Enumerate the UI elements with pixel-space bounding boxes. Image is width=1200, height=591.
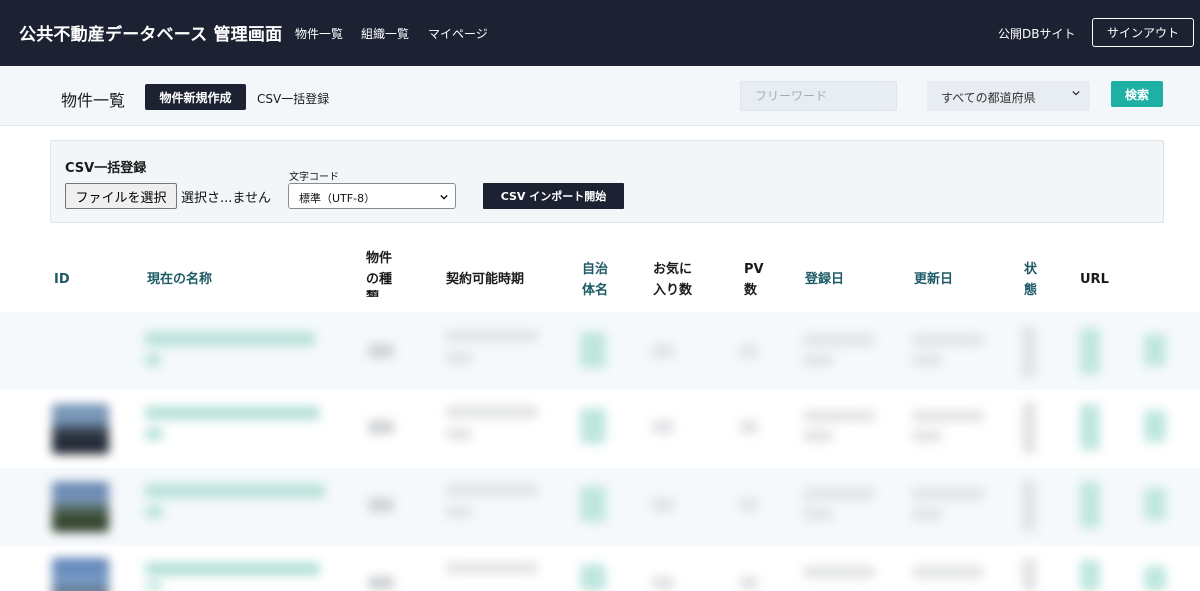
encoding-label: 文字コード [289,172,339,183]
col-header-created[interactable]: 登録日 [805,269,844,290]
col-header-status-line2: 態 [1024,283,1038,298]
blurred-row-content [0,468,1200,546]
public-db-site-link[interactable]: 公開DBサイト [998,25,1075,42]
encoding-select-value: 標準（UTF-8） [299,192,376,205]
freeword-search-input[interactable] [740,81,897,111]
col-header-municipality-line1: 自治 [582,262,609,277]
col-header-type: 物件 の種 類 [366,248,392,297]
create-property-button[interactable]: 物件新規作成 [145,84,246,110]
csv-bulk-register-link[interactable]: CSV一括登録 [257,90,329,107]
col-header-status-line1: 状 [1024,262,1038,277]
nav-properties[interactable]: 物件一覧 [295,25,343,42]
page-title: 物件一覧 [61,91,126,110]
table-row[interactable] [0,312,1200,390]
col-header-municipality[interactable]: 自治 体名 [582,259,608,301]
col-header-url: URL [1080,272,1109,287]
prefecture-select-value: すべての都道府県 [941,91,1036,105]
encoding-select[interactable]: 標準（UTF-8） [288,183,456,209]
blurred-row-content [0,312,1200,390]
chevron-down-icon [1072,90,1080,96]
prefecture-select[interactable]: すべての都道府県 [927,81,1090,111]
col-header-pv-line1: PV [744,262,764,277]
col-header-type-line1: 物件 [366,251,393,266]
csv-import-panel: CSV一括登録 ファイルを選択 選択さ...ません 文字コード 標準（UTF-8… [50,140,1164,223]
table-row[interactable] [0,468,1200,546]
col-header-contract-period: 契約可能時期 [446,272,525,287]
col-header-type-line3: 類 [366,290,392,297]
col-header-favorites-line1: お気に [653,262,693,277]
col-header-favorites: お気に 入り数 [653,259,692,301]
file-status-text: 選択さ...ません [181,191,272,206]
app-title[interactable]: 公共不動産データベース 管理画面 [19,20,282,45]
table-row[interactable] [0,546,1200,591]
csv-panel-title: CSV一括登録 [65,161,147,176]
top-navbar: 公共不動産データベース 管理画面 物件一覧 組織一覧 マイページ 公開DBサイト… [0,0,1200,66]
col-header-municipality-line2: 体名 [582,283,609,298]
table-row[interactable] [0,390,1200,468]
col-header-pv: PV 数 [744,259,764,301]
col-header-name[interactable]: 現在の名称 [147,269,212,290]
search-button[interactable]: 検索 [1111,81,1163,107]
choose-file-button[interactable]: ファイルを選択 [65,183,177,209]
signout-button[interactable]: サインアウト [1092,18,1194,47]
col-header-status[interactable]: 状 態 [1024,259,1037,301]
csv-import-start-button[interactable]: CSV インポート開始 [483,183,624,209]
col-header-updated[interactable]: 更新日 [914,269,953,290]
col-header-id[interactable]: ID [54,269,70,290]
nav-mypage[interactable]: マイページ [428,25,488,42]
nav-organizations[interactable]: 組織一覧 [361,25,409,42]
blurred-row-content [0,390,1200,468]
col-header-pv-line2: 数 [744,283,758,298]
col-header-type-line2: の種 [366,272,393,287]
page-toolbar: 物件一覧 物件新規作成 CSV一括登録 すべての都道府県 検索 [0,66,1200,126]
col-header-favorites-line2: 入り数 [653,283,693,298]
blurred-row-content [0,546,1200,591]
chevron-down-icon [440,194,448,200]
